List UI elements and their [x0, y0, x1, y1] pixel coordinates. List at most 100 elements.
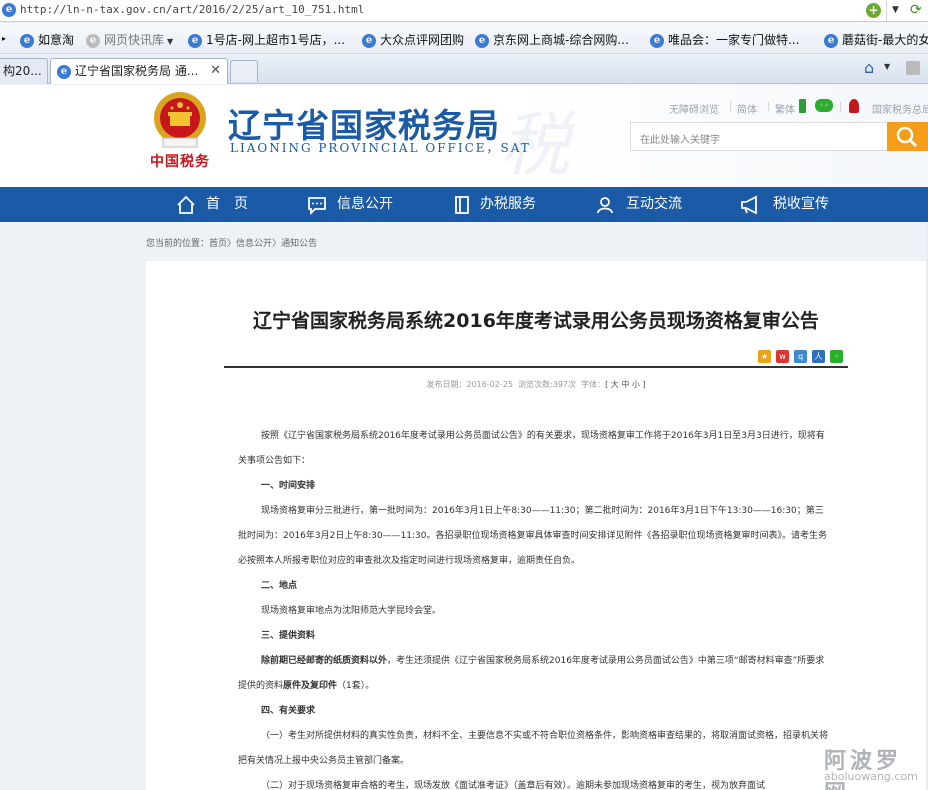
accessibility-link[interactable]: 无障碍浏览: [669, 101, 719, 116]
megaphone-icon: [741, 195, 757, 215]
emphasis-text: 原件及复印件: [283, 681, 338, 691]
ie-fav-icon: e: [650, 33, 664, 48]
tab-title: 辽宁省国家税务局 通...: [75, 64, 199, 78]
article-title: 辽宁省国家税务局系统2016年度考试录用公务员现场资格复审公告: [253, 310, 819, 332]
ie-fav-icon: e: [188, 33, 202, 48]
search-input[interactable]: 在此处输入关键字: [630, 122, 888, 151]
share-qzone-icon[interactable]: q: [794, 350, 807, 363]
message-icon: [308, 197, 326, 215]
favorite-item[interactable]: e 蘑菇街-最大的女: [824, 31, 928, 48]
wechat-icon[interactable]: ◦◦: [815, 99, 833, 112]
site-subtitle: LIAONING PROVINCIAL OFFICE，SAT: [230, 141, 531, 155]
font-size-label: 字体：: [581, 380, 606, 389]
favorite-label: 蘑菇街-最大的女: [842, 33, 928, 47]
favorite-item[interactable]: e 京东网上商城-综合网购...: [475, 31, 629, 48]
browser-tab-active[interactable]: e 辽宁省国家税务局 通... ✕: [50, 58, 228, 84]
section-heading: 一、时间安排: [261, 481, 316, 491]
favorites-overflow-icon[interactable]: ▸: [2, 34, 6, 43]
book-icon: [455, 196, 469, 214]
favorite-label: 京东网上商城-综合网购...: [493, 33, 629, 47]
ie-fav-icon: e: [20, 33, 34, 48]
share-wechat-icon[interactable]: ◦: [830, 350, 843, 363]
nav-label: 税收宣传: [773, 196, 829, 212]
breadcrumb-notice[interactable]: 通知公告: [281, 239, 317, 249]
browser-tab[interactable]: 构20...: [0, 58, 48, 84]
chevron-down-icon: ▼: [167, 37, 174, 46]
publish-date: 发布日期：2016-02-25: [426, 380, 513, 389]
share-bar: ★ w q 人 ◦: [758, 348, 848, 363]
nav-item-interaction[interactable]: 互动交流: [595, 187, 695, 222]
home-icon: [177, 195, 195, 214]
section-heading: 二、地点: [261, 581, 298, 591]
favorite-label: 唯品会：一家专门做特...: [668, 33, 800, 47]
main-nav: 首 页 信息公开 办税服务 互动交流 税收宣传: [0, 187, 928, 222]
favorite-item[interactable]: e 网页快讯库 ▼: [86, 31, 173, 48]
address-bar[interactable]: e http://ln-n-tax.gov.cn/art/2016/2/25/a…: [0, 0, 928, 22]
ie-fav-icon: e: [824, 33, 838, 48]
new-tab-button[interactable]: [230, 60, 258, 82]
url-text[interactable]: http://ln-n-tax.gov.cn/art/2016/2/25/art…: [20, 3, 364, 16]
nav-item-service[interactable]: 办税服务: [452, 187, 552, 222]
simplified-link[interactable]: 简体: [737, 101, 757, 116]
rss-icon[interactable]: [906, 61, 920, 75]
nav-item-home[interactable]: 首 页: [176, 187, 266, 222]
ie-tab-icon: e: [57, 64, 71, 79]
article-meta: 发布日期：2016-02-25 浏览次数:397次 字体：[ 大 中 小 ]: [146, 379, 926, 390]
tab-bar: 构20... e 辽宁省国家税务局 通... ✕ ⌂ ▼: [0, 55, 928, 84]
section-heading: 四、有关要求: [261, 706, 316, 716]
divider: |: [767, 101, 771, 112]
search-icon: [896, 126, 918, 148]
nav-label: 办税服务: [480, 196, 536, 212]
mobile-icon[interactable]: [799, 99, 806, 113]
favorite-label: 如意淘: [38, 33, 75, 47]
divider: |: [729, 101, 733, 112]
header-watermark: 税: [500, 104, 570, 186]
address-dropdown-icon[interactable]: ▼: [886, 0, 904, 21]
emphasis-text: 除前期已经邮寄的纸质资料以外: [261, 656, 388, 666]
watermark-en: aboluowang.com: [824, 770, 918, 783]
refresh-icon[interactable]: ⟳: [910, 2, 922, 18]
section-heading: 三、提供资料: [261, 631, 316, 641]
nav-label: 互动交流: [626, 196, 682, 212]
national-emblem-icon: [154, 92, 206, 148]
share-favorite-icon[interactable]: ★: [758, 350, 771, 363]
favorite-item[interactable]: e 大众点评网团购: [362, 31, 464, 48]
nav-item-info[interactable]: 信息公开: [307, 187, 407, 222]
paragraph: 现场资格复审分三批进行，第一批时间为：2016年3月1日上午8:30——11:3…: [238, 506, 828, 566]
breadcrumb-info[interactable]: 信息公开: [236, 239, 272, 249]
title-divider: [224, 366, 848, 368]
divider: |: [839, 101, 843, 112]
nav-label: 信息公开: [337, 196, 393, 212]
traditional-link[interactable]: 繁体: [775, 101, 795, 116]
paragraph: （一）考生对所提供材料的真实性负责，材料不全、主要信息不实或不符合职位资格条件，…: [238, 731, 829, 766]
search-button[interactable]: [887, 122, 928, 151]
favorites-bar: ▸ e 如意淘 e 网页快讯库 ▼ e 1号店-网上超市1号店，... e 大众点评网团购…: [0, 23, 928, 54]
nav-item-publicity[interactable]: 税收宣传: [740, 187, 840, 222]
share-weibo-icon[interactable]: w: [776, 350, 789, 363]
favorite-label: 网页快讯库: [104, 33, 165, 47]
paragraph: 现场资格复审地点为沈阳师范大学昆玲会堂。: [261, 606, 442, 616]
breadcrumb-home[interactable]: 首页: [209, 239, 227, 249]
paragraph: （二）对于现场资格复审合格的考生，现场发放《面试准考证》（盖章后有效）。逾期未参…: [261, 781, 766, 790]
chevron-down-icon[interactable]: ▼: [884, 62, 890, 71]
seal-text: 中国税务: [150, 154, 210, 170]
paragraph: 除前期已经邮寄的纸质资料以外，考生还须提供《辽宁省国家税务局系统2016年度考试…: [238, 649, 832, 699]
close-icon[interactable]: ✕: [210, 59, 221, 83]
view-count: 浏览次数:397次: [518, 380, 577, 389]
favorite-label: 1号店-网上超市1号店，...: [206, 33, 346, 47]
sat-link[interactable]: 国家税务总局: [872, 101, 928, 116]
favorite-item[interactable]: e 唯品会：一家专门做特...: [650, 31, 799, 48]
home-icon[interactable]: ⌂: [864, 58, 874, 77]
tab-title: 构20...: [3, 64, 42, 78]
compat-view-icon[interactable]: +: [866, 3, 881, 18]
font-size-switch[interactable]: [ 大 中 小 ]: [605, 380, 645, 389]
favorite-item[interactable]: e 1号店-网上超市1号店，...: [188, 31, 345, 48]
share-renren-icon[interactable]: 人: [812, 350, 825, 363]
nav-label: 首 页: [206, 196, 248, 212]
favorite-item[interactable]: e 如意淘: [20, 31, 74, 48]
breadcrumb: 您当前的位置：首页〉信息公开〉通知公告: [146, 236, 317, 249]
favorite-label: 大众点评网团购: [380, 33, 465, 47]
page-gutter: [0, 222, 146, 790]
paragraph-text: （1套）。: [337, 681, 375, 691]
sat-emblem-icon: [849, 99, 859, 113]
